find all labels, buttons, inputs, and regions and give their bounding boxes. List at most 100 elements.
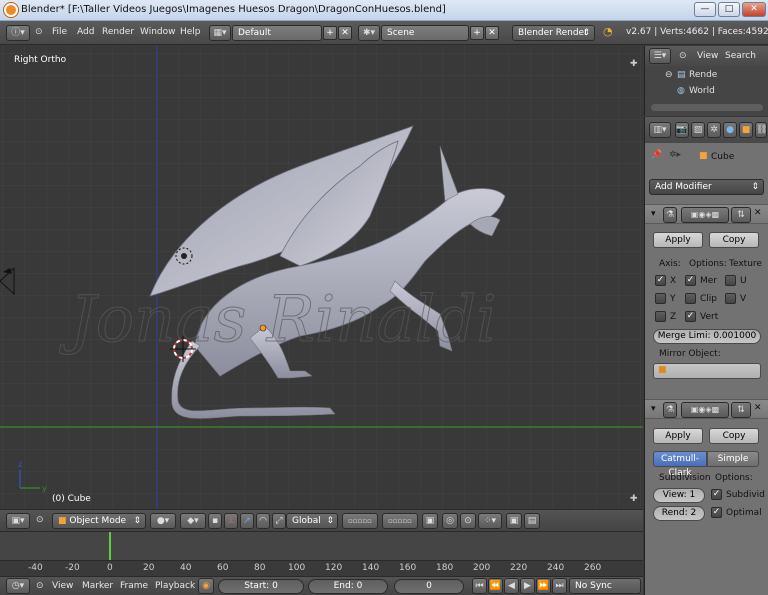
timeline-menu-frame[interactable]: Frame [120,581,148,591]
constraints-tab-icon[interactable]: ⛓ [755,122,767,138]
menu-add[interactable]: Add [77,27,94,37]
render-opengl-icon[interactable]: ▣ [506,513,522,529]
next-keyframe-icon[interactable]: ⏩ [536,578,551,594]
object-tab-icon[interactable]: ■ [739,122,753,138]
remove-modifier-icon[interactable]: ✕ [754,403,762,413]
collapse-menu-icon[interactable]: ⊙ [36,515,44,525]
subdivide-uvs-checkbox[interactable]: ✓ [711,489,722,500]
pivot-point-icon[interactable]: ◆▾ [180,513,206,529]
add-modifier-dropdown[interactable]: Add Modifier ⇕ [649,179,764,195]
timeline-menu-marker[interactable]: Marker [82,581,113,591]
optimal-display-checkbox[interactable]: ✓ [711,507,722,518]
render-tab-icon[interactable]: 📷 [675,122,689,138]
mirror-object-field[interactable]: ■ [653,363,761,379]
layers-group-b[interactable]: ▫▫▫▫▫ [382,513,418,529]
sync-mode-dropdown[interactable]: No Sync [569,578,641,594]
catmull-clark-tab[interactable]: Catmull-Clark [653,451,707,478]
rotate-manipulator-icon[interactable]: ◠ [256,513,270,529]
modifier-display-toggles[interactable]: ▣◉◈▩ [681,207,729,223]
play-reverse-icon[interactable]: ◀ [504,578,519,594]
collapse-menu-icon[interactable]: ⊙ [35,27,43,37]
scale-manipulator-icon[interactable]: ⤢ [272,513,286,529]
manipulator-icon[interactable]: ▪ [208,513,222,529]
move-modifier-icon[interactable]: ⇅ [731,207,751,223]
play-icon[interactable]: ▶ [520,578,535,594]
collapse-menu-icon[interactable]: ⊙ [36,581,44,591]
menu-file[interactable]: File [52,27,67,37]
world-tab-icon[interactable]: ● [723,122,737,138]
scene-tab-icon[interactable]: ✲ [707,122,721,138]
render-levels-field[interactable]: Rend: 2 [653,506,705,521]
texture-u-checkbox[interactable] [725,275,736,286]
properties-editor[interactable]: ▥▾ 📷 ▨ ✲ ● ■ ⛓ 📌 ✲▸ ■ Cube Add Modifier ⇕… [644,117,768,595]
viewport-scene[interactable]: Jonas Rinaldi ✚ ✚ z y [0,46,643,509]
mode-dropdown[interactable]: ■ Object Mode ⇕ [52,513,146,529]
axis-y-checkbox[interactable] [655,293,666,304]
outliner-menu-search[interactable]: Search [725,51,756,61]
split-corner-icon[interactable]: ✚ [630,59,638,69]
mirror-apply-button[interactable]: Apply [653,232,703,248]
editor-type-3dview-icon[interactable]: ▣▾ [6,513,30,529]
record-icon[interactable]: ◉ [198,578,214,594]
collapse-arrow-icon[interactable]: ▾ [651,404,656,414]
timeline-menu-view[interactable]: View [52,581,73,591]
modifier-display-toggles[interactable]: ▣◉◈▩ [681,402,729,418]
simple-tab[interactable]: Simple [707,451,759,467]
merge-checkbox[interactable]: ✓ [685,275,696,286]
end-frame-field[interactable]: End: 0 [308,579,388,594]
outliner-item-render[interactable]: Rende [689,70,717,80]
current-frame-field[interactable]: 0 [394,579,464,594]
clip-checkbox[interactable] [685,293,696,304]
split-corner-icon[interactable]: ✚ [630,494,638,504]
screen-layout-icon[interactable]: ▦▾ [209,25,231,41]
axis-x-checkbox[interactable]: ✓ [655,275,666,286]
timeline-track[interactable] [0,532,643,560]
merge-limit-field[interactable]: Merge Limi: 0.001000 [653,329,761,344]
remove-modifier-icon[interactable]: ✕ [754,208,762,218]
mirror-modifier-header[interactable]: ▾ ⚗ ▣◉◈▩ ⇅ ✕ [645,204,768,224]
jump-end-icon[interactable]: ⏭ [552,578,567,594]
axis-z-checkbox[interactable] [655,311,666,322]
editor-type-timeline-icon[interactable]: ◷▾ [6,578,30,594]
subsurf-apply-button[interactable]: Apply [653,428,703,444]
snap-icon[interactable]: ⊙ [460,513,476,529]
object-origin-dot[interactable] [259,324,267,332]
scene-icon[interactable]: ✱▾ [358,25,380,41]
outliner[interactable]: ☰▾ ⊙ View Search ⊖ ▤ Rende ◍ World [644,46,768,116]
menu-window[interactable]: Window [140,27,176,37]
prev-keyframe-icon[interactable]: ⏪ [488,578,503,594]
render-animation-icon[interactable]: ▤ [524,513,540,529]
move-manipulator-icon[interactable]: ↗ [240,513,254,529]
editor-type-outliner-icon[interactable]: ☰▾ [649,48,671,64]
proportional-edit-icon[interactable]: ◎ [442,513,458,529]
vertex-groups-checkbox[interactable]: ✓ [685,311,696,322]
outliner-scrollbar[interactable] [651,104,763,111]
editor-type-properties-icon[interactable]: ▥▾ [649,122,671,138]
subsurf-modifier-header[interactable]: ▾ ⚗ ▣◉◈▩ ⇅ ✕ [645,399,768,419]
screen-layout-field[interactable]: Default [232,25,322,41]
collapse-arrow-icon[interactable]: ▾ [651,209,656,219]
move-modifier-icon[interactable]: ⇅ [731,402,751,418]
mirror-copy-button[interactable]: Copy [709,232,759,248]
snap-element-icon[interactable]: ⁘▾ [478,513,502,529]
outliner-menu-view[interactable]: View [697,51,718,61]
outliner-expand-icon[interactable]: ⊖ [665,70,673,80]
current-frame-indicator[interactable] [109,532,111,562]
remove-layout-icon[interactable]: ✕ [338,26,352,40]
minimize-button[interactable]: — [694,2,716,17]
scene-field[interactable]: Scene [381,25,469,41]
lock-layers-icon[interactable]: ▣ [422,513,438,529]
add-layout-icon[interactable]: + [323,26,337,40]
close-button[interactable]: ✕ [742,2,766,17]
timeline-menu-playback[interactable]: Playback [155,581,195,591]
outliner-item-world[interactable]: World [689,86,715,96]
pin-icon[interactable]: 📌 [651,150,662,160]
add-scene-icon[interactable]: + [470,26,484,40]
jump-start-icon[interactable]: ⏮ [472,578,487,594]
view-levels-field[interactable]: View: 1 [653,488,705,503]
remove-scene-icon[interactable]: ✕ [485,26,499,40]
subsurf-copy-button[interactable]: Copy [709,428,759,444]
translate-manipulator-icon[interactable]: ⟂ [224,513,238,529]
layers-group-a[interactable]: ▫▫▫▫▫ [342,513,378,529]
start-frame-field[interactable]: Start: 0 [218,579,304,594]
